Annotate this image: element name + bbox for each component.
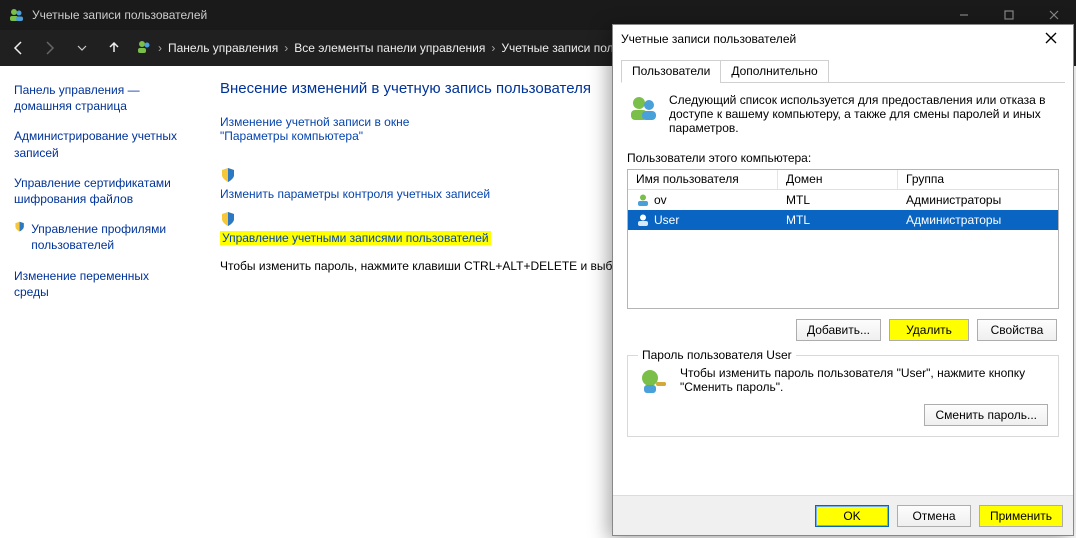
change-password-button[interactable]: Сменить пароль... — [924, 404, 1048, 426]
user-accounts-dialog: Учетные записи пользователей Пользовател… — [612, 24, 1074, 536]
app-icon — [8, 7, 24, 23]
ok-button[interactable]: OK — [815, 505, 889, 527]
sidebar: Панель управления — домашняя страница Ад… — [0, 66, 200, 538]
user-list-label: Пользователи этого компьютера: — [627, 151, 1059, 165]
sidebar-item[interactable]: Администрирование учетных записей — [14, 128, 186, 160]
breadcrumb-item[interactable]: Панель управления — [168, 41, 278, 55]
column-username[interactable]: Имя пользователя — [628, 170, 778, 189]
dialog-tabs: Пользователи Дополнительно — [621, 59, 1065, 83]
key-icon — [638, 366, 670, 398]
recent-dropdown[interactable] — [72, 43, 92, 53]
shield-icon — [220, 211, 236, 227]
user-list-header: Имя пользователя Домен Группа — [628, 170, 1058, 190]
sidebar-item[interactable]: Управление сертификатами шифрования файл… — [14, 175, 186, 207]
user-list-row[interactable]: User MTL Администраторы — [628, 210, 1058, 230]
breadcrumb-icon — [136, 39, 152, 58]
user-icon — [636, 213, 650, 227]
up-button[interactable] — [104, 41, 124, 55]
column-group[interactable]: Группа — [898, 170, 1058, 189]
users-icon — [627, 93, 659, 125]
dialog-close-button[interactable] — [1037, 31, 1065, 47]
sidebar-home-link[interactable]: Панель управления — домашняя страница — [14, 82, 186, 114]
uac-settings-link[interactable]: Изменить параметры контроля учетных запи… — [220, 187, 490, 201]
change-account-settings-link[interactable]: Изменение учетной записи в окне "Парамет… — [220, 115, 480, 143]
manage-user-accounts-link[interactable]: Управление учетными записями пользовател… — [220, 231, 491, 245]
dialog-title: Учетные записи пользователей — [621, 32, 796, 46]
shield-icon — [14, 221, 25, 237]
password-group: Пароль пользователя User Чтобы изменить … — [627, 355, 1059, 437]
dialog-intro-text: Следующий список используется для предос… — [669, 93, 1059, 135]
apply-button[interactable]: Применить — [979, 505, 1063, 527]
tab-users[interactable]: Пользователи — [621, 60, 721, 83]
remove-user-button[interactable]: Удалить — [889, 319, 969, 341]
column-domain[interactable]: Домен — [778, 170, 898, 189]
cancel-button[interactable]: Отмена — [897, 505, 971, 527]
user-list-row[interactable]: ov MTL Администраторы — [628, 190, 1058, 210]
password-group-text: Чтобы изменить пароль пользователя "User… — [680, 366, 1048, 394]
sidebar-item-label: Управление профилями пользователей — [31, 221, 186, 253]
window-title: Учетные записи пользователей — [32, 8, 207, 22]
tab-advanced[interactable]: Дополнительно — [720, 60, 828, 83]
dialog-footer: OK Отмена Применить — [613, 495, 1073, 535]
shield-icon — [220, 167, 236, 183]
user-list[interactable]: Имя пользователя Домен Группа ov MTL Адм… — [627, 169, 1059, 309]
sidebar-item[interactable]: Изменение переменных среды — [14, 268, 186, 300]
user-properties-button[interactable]: Свойства — [977, 319, 1057, 341]
back-button[interactable] — [8, 40, 28, 56]
password-group-legend: Пароль пользователя User — [638, 348, 796, 362]
user-icon — [636, 193, 650, 207]
forward-button[interactable] — [40, 40, 60, 56]
breadcrumb-item[interactable]: Учетные записи поль... — [501, 41, 629, 55]
breadcrumb-item[interactable]: Все элементы панели управления — [294, 41, 485, 55]
sidebar-item-active[interactable]: Управление профилями пользователей — [14, 221, 186, 253]
add-user-button[interactable]: Добавить... — [796, 319, 881, 341]
